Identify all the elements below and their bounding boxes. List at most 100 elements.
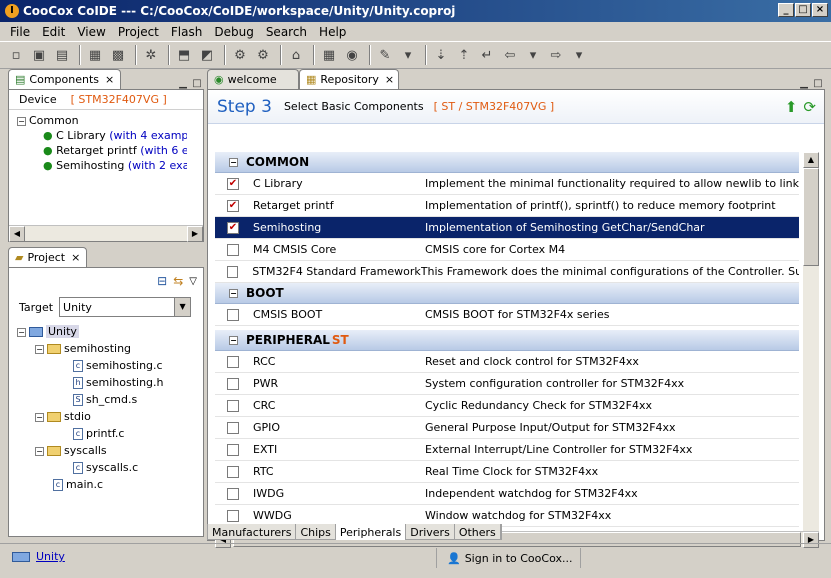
tab-repository[interactable]: ▦ Repository ×	[299, 69, 399, 89]
collapse-icon[interactable]: −	[229, 335, 238, 345]
component-item[interactable]: ● C Library (with 4 example	[17, 128, 187, 143]
tree-file[interactable]: c main.c	[17, 477, 203, 494]
table-row-selected[interactable]: ✔ Semihosting Implementation of Semihostin…	[215, 217, 799, 239]
checkbox[interactable]: ✔	[227, 221, 239, 234]
minimize-button[interactable]: _	[778, 3, 794, 17]
vertical-scrollbar[interactable]: ▲	[803, 152, 819, 531]
menu-search[interactable]: Search	[260, 25, 313, 39]
table-row[interactable]: ✔ Retarget printf Implementation of printf…	[215, 195, 799, 217]
tree-file[interactable]: h semihosting.h	[17, 375, 203, 392]
repository-icon[interactable]: ▦	[319, 45, 339, 65]
scroll-left-icon[interactable]: ◀	[9, 226, 25, 242]
maximize-view-icon[interactable]: □	[811, 78, 825, 89]
menu-file[interactable]: File	[4, 25, 36, 39]
save-all-icon[interactable]: ▤	[52, 45, 72, 65]
table-row[interactable]: ✔ C Library Implement the minimal function…	[215, 173, 799, 195]
maximize-button[interactable]: □	[795, 3, 811, 17]
last-edit-icon[interactable]: ↵	[477, 45, 497, 65]
debug-settings-icon[interactable]: ⚙	[230, 45, 250, 65]
checkbox[interactable]	[227, 421, 239, 434]
section-peripheral[interactable]: − PERIPHERAL ST	[215, 330, 799, 351]
section-boot[interactable]: − BOOT	[215, 283, 799, 304]
table-row[interactable]: RCC Reset and clock control for STM32F4xx	[215, 351, 799, 373]
checkbox[interactable]	[227, 509, 239, 522]
checkbox[interactable]	[227, 265, 239, 278]
tree-folder[interactable]: − syscalls	[17, 443, 203, 460]
collapse-icon[interactable]: −	[229, 157, 238, 167]
tree-folder[interactable]: − semihosting	[17, 341, 203, 358]
checkbox[interactable]	[227, 308, 239, 321]
table-row[interactable]: EXTI External Interrupt/Line Controller f…	[215, 439, 799, 461]
menu-view[interactable]: View	[71, 25, 111, 39]
target-settings-icon[interactable]: ⚙	[253, 45, 273, 65]
tab-project[interactable]: ▰ Project ×	[8, 247, 88, 267]
checkbox[interactable]: ✔	[227, 199, 239, 212]
new-file-icon[interactable]: ▫	[6, 45, 26, 65]
tab-others[interactable]: Others	[455, 524, 501, 540]
refresh-icon[interactable]: ⟳	[803, 98, 816, 116]
back-dropdown-icon[interactable]: ▾	[523, 45, 543, 65]
checkbox[interactable]: ✔	[227, 177, 239, 190]
tab-components[interactable]: ▤ Components ×	[8, 69, 122, 89]
component-item[interactable]: ● Semihosting (with 2 exan	[17, 158, 187, 173]
tree-file[interactable]: Ssh_cmd.s	[17, 392, 203, 409]
checkbox[interactable]	[227, 465, 239, 478]
close-button[interactable]: ×	[812, 3, 828, 17]
menu-project[interactable]: Project	[112, 25, 165, 39]
save-icon[interactable]: ▣	[29, 45, 49, 65]
table-row[interactable]: CMSIS BOOT CMSIS BOOT for STM32F4x series	[215, 304, 799, 326]
home-icon[interactable]: ⌂	[286, 45, 306, 65]
menu-debug[interactable]: Debug	[208, 25, 259, 39]
status-project-link[interactable]: Unity	[36, 550, 65, 563]
tab-chips[interactable]: Chips	[296, 524, 336, 540]
rebuild-icon[interactable]: ▩	[108, 45, 128, 65]
collapse-icon[interactable]: −	[35, 344, 44, 354]
forward-icon[interactable]: ⇨	[546, 45, 566, 65]
close-icon[interactable]: ×	[385, 73, 394, 86]
tree-file[interactable]: c printf.c	[17, 426, 203, 443]
erase-icon[interactable]: ◩	[197, 45, 217, 65]
close-icon[interactable]: ×	[105, 73, 114, 86]
table-row[interactable]: RTC Real Time Clock for STM32F4xx	[215, 461, 799, 483]
minimize-view-icon[interactable]: ▁	[797, 78, 811, 89]
menu-flash[interactable]: Flash	[165, 25, 208, 39]
back-icon[interactable]: ⇦	[500, 45, 520, 65]
component-item[interactable]: ● Retarget printf (with 6 ex	[17, 143, 187, 158]
chevron-down-icon[interactable]: ▼	[174, 298, 191, 316]
minimize-view-icon[interactable]: ▁	[176, 78, 190, 89]
checkbox[interactable]	[227, 399, 239, 412]
menu-edit[interactable]: Edit	[36, 25, 71, 39]
target-select[interactable]: Unity ▼	[59, 297, 192, 317]
collapse-icon[interactable]: −	[229, 288, 238, 298]
scroll-up-icon[interactable]: ▲	[803, 152, 819, 168]
checkbox[interactable]	[227, 355, 239, 368]
collapse-icon[interactable]: −	[35, 446, 44, 456]
checkbox[interactable]	[227, 487, 239, 500]
coocox-community-icon[interactable]: ◉	[342, 45, 362, 65]
tab-drivers[interactable]: Drivers	[406, 524, 455, 540]
tree-file[interactable]: c syscalls.c	[17, 460, 203, 477]
view-menu-icon[interactable]: ▽	[189, 276, 197, 287]
build-icon[interactable]: ▦	[85, 45, 105, 65]
tree-file[interactable]: c semihosting.c	[17, 358, 203, 375]
up-arrow-icon[interactable]: ⬆	[785, 98, 798, 116]
tree-folder[interactable]: − stdio	[17, 409, 203, 426]
table-row[interactable]: GPIO General Purpose Input/Output for STM…	[215, 417, 799, 439]
tree-node-common[interactable]: − Common	[17, 113, 187, 128]
table-row[interactable]: CRC Cyclic Redundancy Check for STM32F4xx	[215, 395, 799, 417]
section-common[interactable]: − COMMON	[215, 152, 799, 173]
tab-peripherals[interactable]: Peripherals	[335, 524, 407, 540]
components-hscrollbar[interactable]: ◀ ▶	[9, 225, 203, 242]
collapse-icon[interactable]: −	[17, 116, 26, 126]
debug-icon[interactable]: ✎	[375, 45, 395, 65]
checkbox[interactable]	[227, 243, 239, 256]
link-editor-icon[interactable]: ⇆	[173, 274, 183, 288]
collapse-icon[interactable]: −	[17, 327, 26, 337]
close-icon[interactable]: ×	[71, 251, 80, 264]
forward-dropdown-icon[interactable]: ▾	[569, 45, 589, 65]
scroll-thumb[interactable]	[803, 168, 819, 266]
debug-dropdown-icon[interactable]: ▾	[398, 45, 418, 65]
checkbox[interactable]	[227, 443, 239, 456]
signin-link[interactable]: Sign in to CooCox...	[465, 552, 573, 565]
table-row[interactable]: IWDG Independent watchdog for STM32F4xx	[215, 483, 799, 505]
